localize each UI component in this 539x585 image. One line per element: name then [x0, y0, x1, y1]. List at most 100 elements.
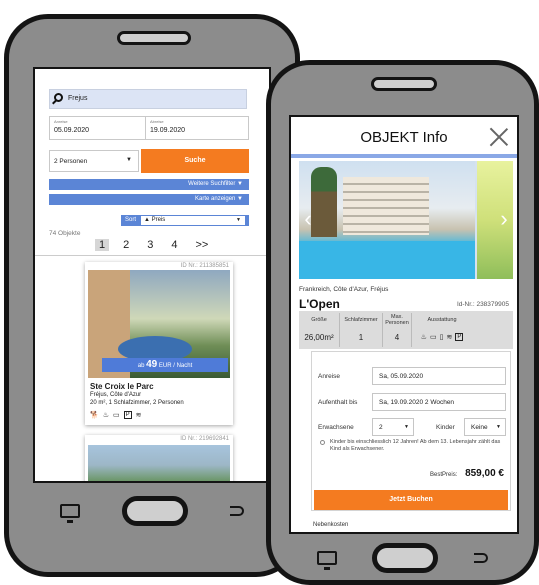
page-2[interactable]: 2	[119, 239, 133, 251]
tv-icon: ▭	[429, 334, 437, 341]
chevron-down-icon: ▼	[126, 157, 132, 163]
listing-name: L'Open	[299, 297, 340, 311]
show-map-toggle[interactable]: Karte anzeigen ▼	[49, 194, 249, 205]
chevron-left-icon[interactable]: ‹	[301, 207, 315, 231]
listing-photo	[88, 445, 230, 481]
arrival-label: Anreise	[54, 119, 68, 124]
mockup-stage: Frejus Anreise 05.09.2020 Abreise 19.09.…	[0, 0, 539, 585]
page-4[interactable]: 4	[167, 239, 181, 251]
fact-label: Schlafzimmer	[344, 317, 378, 323]
best-price-label: BestPreis:	[430, 472, 458, 478]
page-title: OBJEKT Info	[360, 129, 448, 146]
bbq-icon: ♨	[102, 412, 109, 419]
children-select[interactable]: Keine ▼	[464, 418, 506, 436]
price-value: 49	[146, 359, 158, 370]
page-1[interactable]: 1	[95, 239, 110, 251]
best-price-value: 859,00 €	[465, 468, 504, 479]
amenities-row: ♨ ▭ ▯ ≋ P	[412, 333, 472, 341]
arrival-field[interactable]: Sa, 05.09.2020	[372, 367, 506, 385]
chevron-right-icon[interactable]: ›	[497, 207, 511, 231]
chevron-down-icon: ▼	[236, 217, 241, 223]
arrival-date-field[interactable]: Anreise 05.09.2020	[49, 116, 153, 140]
adults-select[interactable]: 2 ▼	[372, 418, 414, 436]
more-filters-toggle[interactable]: Weitere Suchfilter ▼	[49, 179, 249, 190]
dog-icon: 🐕	[90, 412, 99, 419]
page-3[interactable]: 3	[143, 239, 157, 251]
departure-value: 19.09.2020	[150, 127, 186, 134]
fact-equipment: Ausstattung ♨ ▭ ▯ ≋ P	[412, 311, 472, 349]
home-button[interactable]	[122, 496, 188, 526]
fact-label: Größe	[311, 317, 327, 323]
children-note-text: Kinder bis einschliesslich 12 Jahren! Ab…	[330, 439, 501, 452]
listing-title: Ste Croix le Parc	[90, 382, 154, 391]
sort-select[interactable]: ▲ Preis ▼	[141, 216, 245, 225]
search-input[interactable]: Frejus	[49, 89, 247, 109]
parking-icon: P	[123, 411, 132, 419]
photo-carousel[interactable]: ‹ ›	[299, 161, 513, 279]
fact-label: Ausstattung	[427, 317, 457, 323]
book-now-button[interactable]: Jetzt Buchen	[314, 490, 508, 510]
listing-card[interactable]: ID Nr.: 211385851 ab 49 EUR / Nacht Ste …	[85, 262, 233, 425]
phone-detail: OBJEKT Info ‹ › Frankreich, Côte d'Azur,…	[266, 60, 539, 585]
divider	[35, 255, 269, 256]
departure-date-field[interactable]: Abreise 19.09.2020	[145, 116, 249, 140]
booking-form: Anreise Sa, 05.09.2020 Aufenthalt bis Sa…	[311, 351, 511, 511]
wifi-icon: ≋	[135, 412, 142, 419]
price-suffix: EUR / Nacht	[158, 363, 193, 369]
fact-label: Max. Personen	[385, 314, 409, 326]
persons-select[interactable]: 2 Personen ▼	[49, 150, 139, 172]
listing-id: Id-Nr.: 238379905	[456, 301, 509, 308]
search-button[interactable]: Suche	[141, 149, 249, 173]
children-label: Kinder	[436, 424, 455, 431]
listing-id: ID Nr.: 211385851	[180, 263, 229, 269]
sort-bar: Sort ▲ Preis ▼	[121, 215, 249, 226]
listing-photo: ab 49 EUR / Nacht	[88, 270, 230, 378]
extra-costs-heading: Nebenkosten	[313, 522, 349, 528]
arrival-value: 05.09.2020	[54, 127, 90, 134]
adults-value: 2	[379, 424, 383, 431]
facts-table: Größe 26,00m² Schlafzimmer 1 Max. Person…	[299, 311, 513, 349]
title-underline	[291, 154, 517, 158]
stay-label: Aufenthalt bis	[318, 399, 358, 406]
page-next[interactable]: >>	[192, 239, 213, 251]
sort-value: ▲ Preis	[144, 217, 166, 223]
back-icon[interactable]	[474, 553, 489, 563]
adults-label: Erwachsene	[318, 424, 354, 431]
children-value: Keine	[471, 424, 488, 431]
chevron-down-icon: ▼	[496, 424, 501, 430]
recent-apps-icon[interactable]	[60, 504, 80, 523]
fact-value: 26,00m²	[304, 333, 334, 342]
home-button[interactable]	[372, 543, 439, 573]
close-icon[interactable]	[489, 127, 509, 147]
phone-speaker	[371, 77, 437, 91]
stay-field[interactable]: Sa, 19.09.2020 2 Wochen	[372, 393, 506, 411]
listing-id: ID Nr.: 219692841	[180, 436, 229, 442]
search-value: Frejus	[68, 95, 88, 102]
listing-location: Fréjus, Côte d'Azur	[90, 392, 142, 398]
detail-screen: OBJEKT Info ‹ › Frankreich, Côte d'Azur,…	[289, 115, 519, 534]
fact-bedrooms: Schlafzimmer 1	[340, 311, 382, 349]
departure-label: Abreise	[150, 119, 164, 124]
bbq-icon: ♨	[420, 334, 427, 341]
recent-apps-icon[interactable]	[316, 551, 337, 570]
phone-nav-bar	[9, 491, 295, 531]
phone-list: Frejus Anreise 05.09.2020 Abreise 19.09.…	[4, 14, 300, 577]
fact-value: 1	[358, 333, 364, 342]
phone-nav-bar	[271, 539, 534, 577]
back-icon[interactable]	[230, 506, 244, 516]
fact-size: Größe 26,00m²	[299, 311, 339, 349]
price-tag: ab 49 EUR / Nacht	[102, 358, 228, 372]
photo-pool	[299, 241, 475, 279]
listing-card[interactable]: ID Nr.: 219692841	[85, 435, 233, 481]
chevron-down-icon: ▼	[404, 424, 409, 430]
photo-building	[343, 177, 429, 235]
fact-value: 4	[394, 333, 400, 342]
results-count: 74 Objekte	[49, 230, 81, 237]
arrival-label: Anreise	[318, 373, 341, 380]
fridge-icon: ▯	[439, 334, 444, 341]
persons-value: 2 Personen	[54, 158, 88, 165]
info-radio-icon	[320, 440, 325, 445]
children-note: Kinder bis einschliesslich 12 Jahren! Ab…	[320, 439, 508, 453]
tv-icon: ▭	[113, 412, 120, 419]
search-icon	[54, 93, 63, 102]
